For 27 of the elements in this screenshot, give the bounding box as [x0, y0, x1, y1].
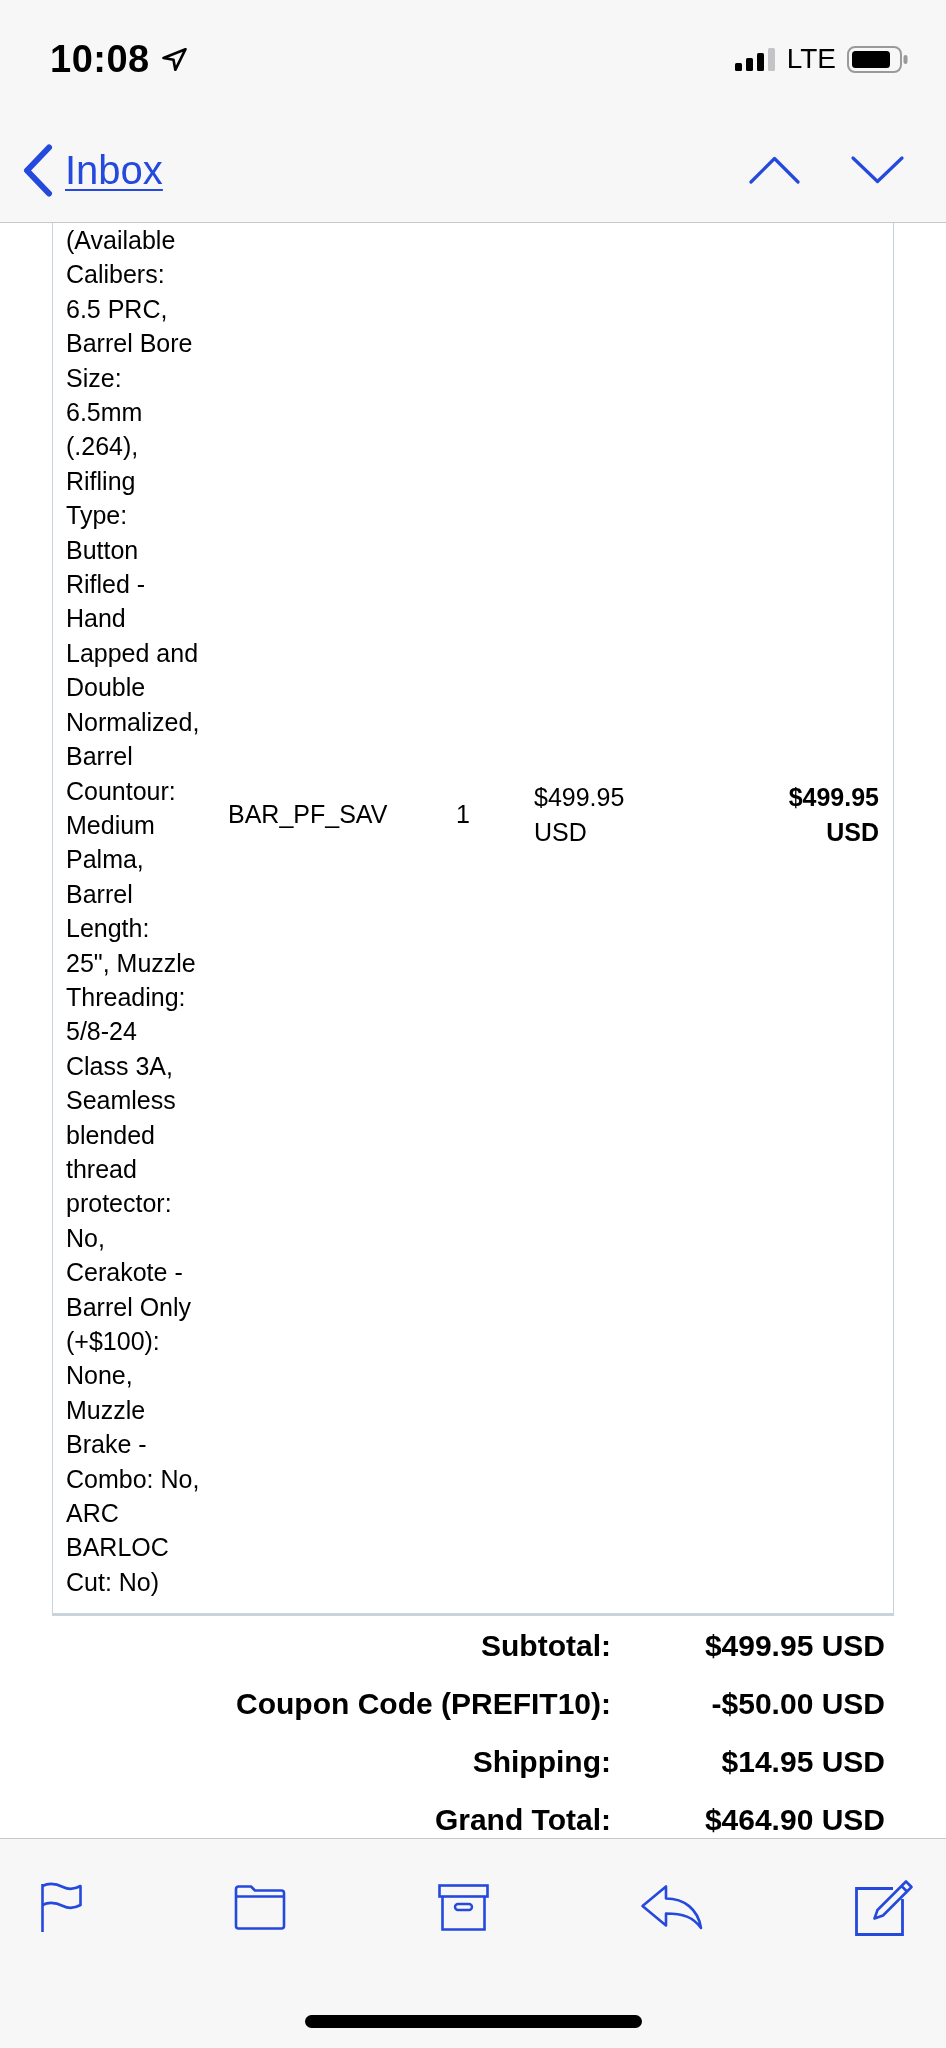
quantity-cell: 1	[456, 800, 470, 829]
chevron-up-icon[interactable]	[749, 156, 800, 184]
totals-value: $499.95 USD	[704, 1628, 885, 1665]
reply-icon[interactable]	[640, 1884, 704, 1930]
battery-icon	[847, 45, 908, 73]
location-arrow-icon	[161, 47, 187, 71]
totals-value: -$50.00 USD	[711, 1686, 885, 1723]
folder-icon[interactable]	[233, 1884, 286, 1930]
totals-value: $464.90 USD	[704, 1802, 885, 1838]
archive-box-icon[interactable]	[437, 1883, 489, 1931]
network-label: LTE	[786, 45, 836, 73]
sku-cell: BAR_PF_SAV	[228, 800, 388, 829]
line-total-cell-text: $499.95 USD	[787, 781, 879, 849]
item-description: (Available Calibers: 6.5 PRC, Barrel Bore Size: 6.5mm (.264), Rifling Type: Button Rifled - Hand Lapped and Double Normalized, Barrel Countour: Medium Palma, Barrel Length: 25", Muzzle Threading: 5/8-24 Class 3A, Seamless blended thread protector: No, Cerakote - Barrel Only (+$100): None, Muzzle Brake - Combo: No, ARC BARLOC Cut: No)	[66, 225, 200, 1598]
totals-label: Subtotal:	[481, 1628, 611, 1665]
chevron-down-icon[interactable]	[851, 156, 904, 184]
totals-value: $14.95 USD	[721, 1744, 885, 1781]
back-link[interactable]: Inbox	[23, 143, 163, 197]
status-time: 10:08	[50, 40, 150, 78]
totals-label: Coupon Code (PREFIT10):	[236, 1686, 611, 1723]
signal-icon	[734, 47, 777, 71]
compose-icon[interactable]	[855, 1878, 914, 1936]
totals-label: Grand Total:	[434, 1802, 611, 1838]
unit-price-cell-text: $499.95 USD	[534, 781, 626, 849]
flag-icon[interactable]	[40, 1882, 82, 1932]
chevron-left-icon[interactable]	[23, 143, 53, 197]
totals-label: Shipping:	[472, 1744, 611, 1781]
